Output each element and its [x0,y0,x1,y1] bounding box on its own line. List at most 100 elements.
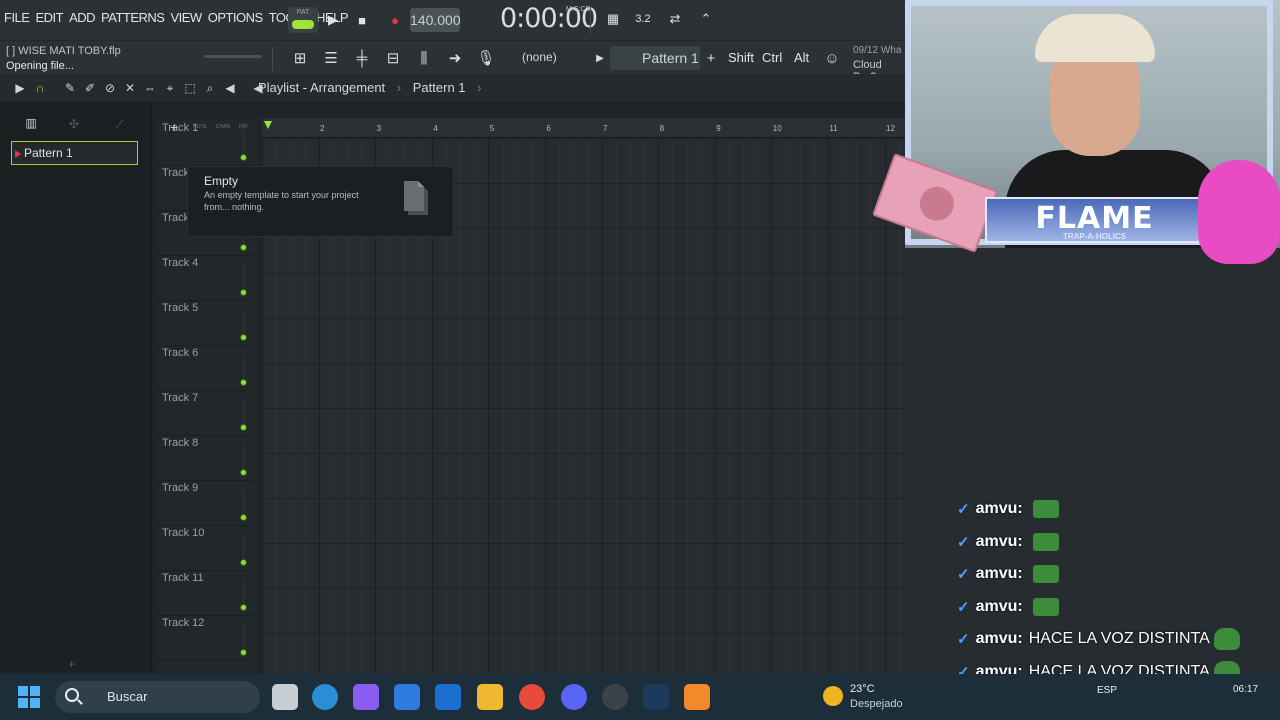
arrow-right-icon[interactable]: ➜ [443,46,467,70]
metronome-icon[interactable]: ⌃ [695,8,717,30]
menu-edit[interactable]: EDIT [35,10,63,25]
menu-options[interactable]: OPTIONS [208,10,264,25]
paint-icon[interactable]: ✐ [82,80,98,96]
track-enable-led[interactable] [240,154,247,161]
track-enable-led[interactable] [240,244,247,251]
obs-icon[interactable] [602,684,628,710]
menu-file[interactable]: FILE [4,10,30,25]
pepe-emote-icon [1032,565,1059,583]
slip-icon[interactable]: ⇔ [142,80,158,96]
menu-add[interactable]: ADD [69,10,95,25]
chat-message: ✓ amvu: [957,593,1059,621]
tempo-display[interactable]: 140.000 [410,8,461,32]
keyboard-icon[interactable]: ▦ [601,8,625,30]
track-enable-led[interactable] [240,604,247,611]
channel-rack-icon[interactable]: ☰ [319,46,343,70]
chat-message: ✓ amvu: [957,560,1059,588]
automation-tab-icon[interactable]: ✣ [66,116,82,132]
breadcrumb-playlist[interactable]: Playlist - Arrangement [258,80,385,95]
add-pattern-icon[interactable]: + [699,46,723,70]
shift-key-button[interactable]: Shift [728,50,754,65]
menu-patterns[interactable]: PATTERNS [101,10,165,25]
track-header[interactable]: Track 8 [158,436,254,481]
track-enable-led[interactable] [240,379,247,386]
smiley-icon[interactable]: ☺ [820,46,844,70]
track-header[interactable]: Track 6 [158,346,254,391]
alt-key-button[interactable]: Alt [794,50,809,65]
track-enable-led[interactable] [240,649,247,656]
record-icon[interactable]: ● [384,9,406,31]
speaker-icon[interactable]: ◀ [222,80,238,96]
play-small-icon[interactable]: ▶ [588,46,612,70]
curve-tab-icon[interactable]: ⟋ [112,116,128,132]
playhead-marker[interactable] [264,121,272,129]
taskbar-clock[interactable]: 06:17 [1233,684,1258,695]
piano-tab-icon[interactable]: ▥ [22,116,40,130]
edge-icon[interactable] [312,684,338,710]
track-enable-led[interactable] [240,289,247,296]
discord-icon[interactable] [561,684,587,710]
play-icon[interactable]: ▶ [322,9,344,31]
track-enable-led[interactable] [240,514,247,521]
magnet-icon[interactable]: ∩ [32,80,48,96]
timeline-ruler[interactable]: 2 3 4 5 6 7 8 9 10 11 12 [262,118,905,138]
mixer-icon[interactable]: ⫼ [412,46,436,70]
breadcrumb-pattern[interactable]: Pattern 1 [413,80,466,95]
grid-line [813,138,815,674]
pattern-selector[interactable]: Pattern 1 [610,46,700,70]
track-header[interactable]: Track 10 [158,526,254,571]
track-header[interactable]: Track 9 [158,481,254,526]
grid-row-line [262,273,905,274]
master-volume-slider[interactable] [204,55,262,58]
pencil-icon[interactable]: ✎ [62,80,78,96]
picker-pattern-item[interactable]: Pattern 1 [11,141,138,165]
track-header[interactable]: Track 5 [158,301,254,346]
grid-line [601,138,603,674]
grid-line [672,138,674,674]
add-track-icon[interactable]: + [170,119,178,135]
grid-line [587,138,589,674]
track-header[interactable]: Track 12 [158,616,254,661]
track-enable-led[interactable] [240,559,247,566]
track-divider [243,129,244,157]
verified-badge-icon: ✓ [957,566,970,583]
stop-icon[interactable]: ■ [351,9,373,31]
outlook-icon[interactable] [435,684,461,710]
explorer-icon[interactable] [477,684,503,710]
weather-moon-icon [823,686,843,706]
file-app-icon[interactable] [272,684,298,710]
menu-view[interactable]: VIEW [170,10,202,25]
track-enable-led[interactable] [240,334,247,341]
track-enable-led[interactable] [240,424,247,431]
language-indicator[interactable]: ESP [1097,685,1117,696]
track-enable-led[interactable] [240,469,247,476]
play-arrow-icon[interactable]: ▶ [12,80,28,96]
ctrl-key-button[interactable]: Ctrl [762,50,782,65]
track-header[interactable]: Track 7 [158,391,254,436]
copilot-icon[interactable] [353,684,379,710]
buddha-sticker-icon [1198,160,1280,264]
chrome-icon[interactable] [519,684,545,710]
delete-icon[interactable]: ⊘ [102,80,118,96]
track-header[interactable]: Track 11 [158,571,254,616]
track-name: Track 8 [162,437,199,449]
slice-icon[interactable]: ⌖ [162,80,178,96]
windows-start-icon[interactable] [18,686,40,708]
add-icon[interactable]: + [68,657,75,671]
loop-record-icon[interactable]: ⇄ [664,8,686,30]
browser-icon[interactable]: ⊟ [381,46,405,70]
input-select[interactable]: (none) [522,50,557,64]
taskbar-search[interactable]: Buscar [55,681,260,713]
pat-song-toggle[interactable]: PAT [288,7,318,33]
steam-icon[interactable] [643,684,669,710]
microphone-icon[interactable]: 🎙 [474,46,498,70]
select-icon[interactable]: ⬚ [182,80,198,96]
track-header[interactable]: Track 4 [158,256,254,301]
fl-studio-icon[interactable] [684,684,710,710]
zoom-icon[interactable]: ⌕ [202,80,218,96]
step-edit-icon[interactable]: 3.2 [632,8,654,30]
piano-roll-icon[interactable]: ╪ [350,46,374,70]
mute-icon[interactable]: ✕ [122,80,138,96]
store-icon[interactable] [394,684,420,710]
playlist-icon[interactable]: ⊞ [288,46,312,70]
